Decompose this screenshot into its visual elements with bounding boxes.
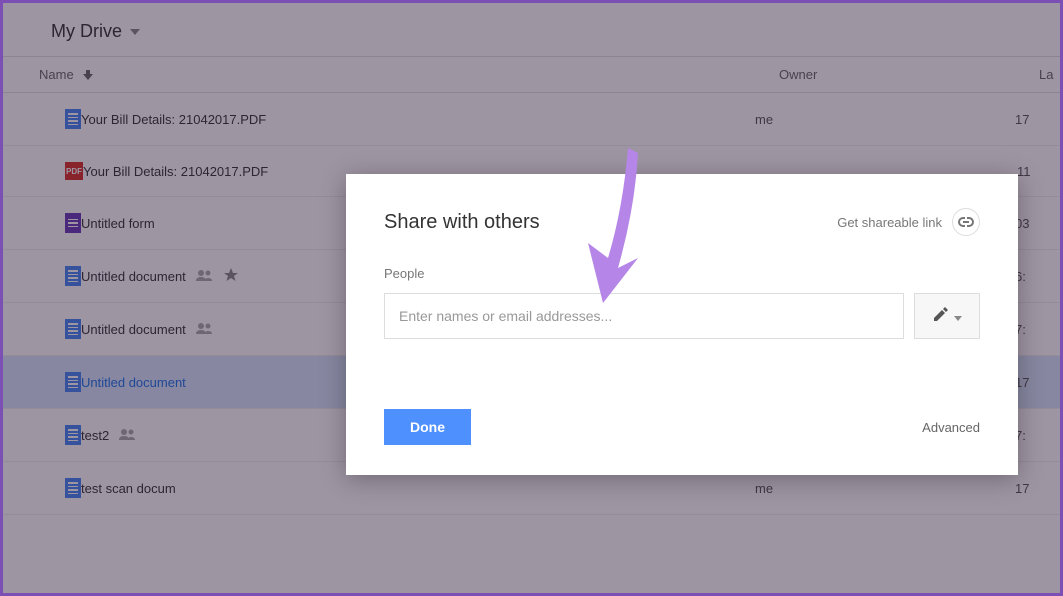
share-dialog: Share with others Get shareable link Peo… xyxy=(346,174,1018,475)
dialog-title: Share with others xyxy=(384,211,540,234)
permission-dropdown-button[interactable] xyxy=(914,293,980,339)
dialog-footer: Done Advanced xyxy=(384,409,980,445)
link-icon xyxy=(952,208,980,236)
dialog-header: Share with others Get shareable link xyxy=(384,208,980,236)
advanced-link[interactable]: Advanced xyxy=(922,420,980,435)
caret-down-icon xyxy=(954,309,962,324)
people-input[interactable] xyxy=(384,293,904,339)
people-input-row xyxy=(384,293,980,339)
modal-overlay: Share with others Get shareable link Peo… xyxy=(3,3,1060,593)
people-label: People xyxy=(384,266,980,281)
pencil-icon xyxy=(932,307,948,326)
shareable-link-label: Get shareable link xyxy=(837,215,942,230)
done-button[interactable]: Done xyxy=(384,409,471,445)
get-shareable-link-button[interactable]: Get shareable link xyxy=(837,208,980,236)
